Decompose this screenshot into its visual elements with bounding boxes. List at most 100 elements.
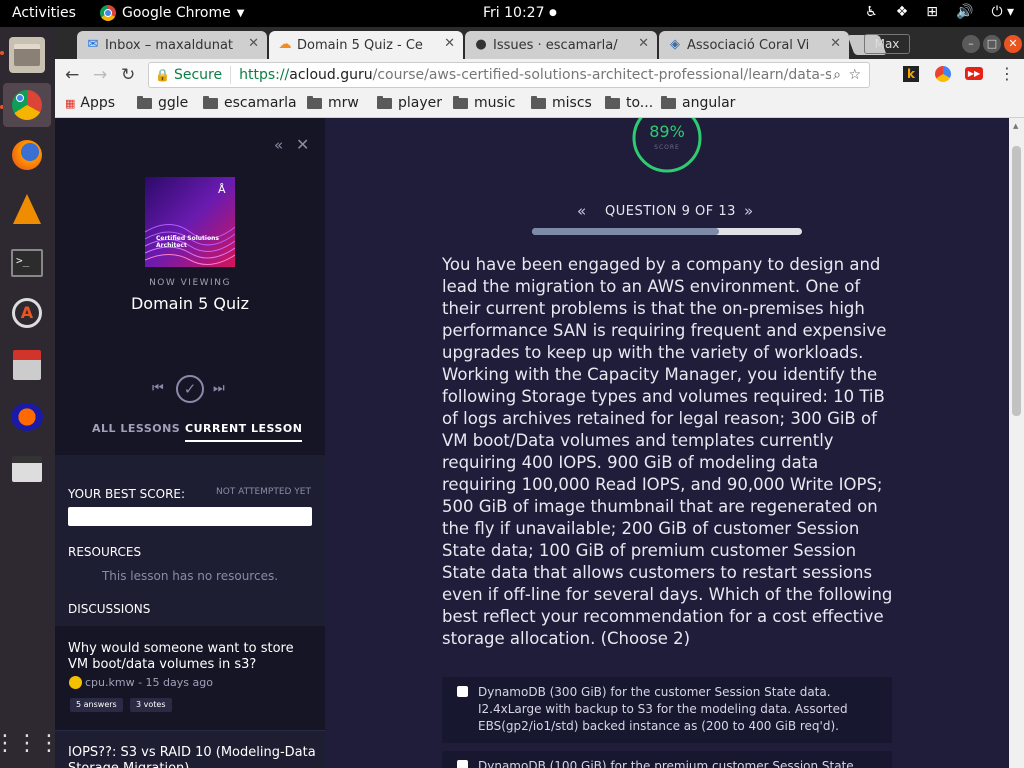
question-text: You have been engaged by a company to de…: [442, 255, 893, 648]
bookmark-folder[interactable]: angular: [661, 95, 735, 111]
address-bar[interactable]: 🔒 Secure https://acloud.guru/course/aws-…: [148, 62, 870, 88]
course-cover-image: Å Certified Solutions Architect: [145, 177, 235, 267]
bookmark-folder[interactable]: to...: [605, 95, 653, 111]
close-icon[interactable]: ✕: [248, 36, 259, 51]
profile-button[interactable]: Max: [864, 34, 910, 54]
extension-color-icon[interactable]: [935, 66, 951, 82]
app-name: Google Chrome: [122, 5, 231, 21]
forward-icon[interactable]: →: [93, 65, 107, 85]
tab-domain5-quiz[interactable]: ☁ Domain 5 Quiz - Ce ✕: [269, 31, 463, 59]
system-tray[interactable]: ♿ ❖ ⊞ 🔊 ⏻ ▾: [865, 4, 1014, 20]
discussion-item[interactable]: Why would someone want to store VM boot/…: [55, 626, 325, 730]
files-icon[interactable]: [9, 37, 45, 73]
answer-text: DynamoDB (100 GiB) for the premium custo…: [478, 759, 854, 768]
question-counter: QUESTION 9 OF 13: [605, 204, 736, 219]
zoom-icon[interactable]: ⌕: [833, 67, 841, 83]
tab-title: Issues · escamarla/: [493, 37, 618, 53]
url-host: acloud.guru: [289, 67, 373, 83]
firefox-icon[interactable]: [9, 137, 45, 173]
tab-github-issues[interactable]: ● Issues · escamarla/ ✕: [465, 31, 657, 59]
network-icon[interactable]: ⊞: [926, 4, 938, 20]
bookmark-folder[interactable]: miscs: [531, 95, 592, 111]
close-icon[interactable]: ✕: [296, 135, 309, 154]
bookmark-apps[interactable]: ▦ Apps: [65, 95, 115, 111]
reload-icon[interactable]: ↻: [121, 65, 135, 85]
folder-icon: [377, 95, 392, 109]
secure-label: Secure: [173, 67, 223, 83]
extension-video-icon[interactable]: ▶▶: [965, 67, 983, 80]
accessibility-icon[interactable]: ♿: [865, 4, 878, 20]
tab-all-lessons[interactable]: ALL LESSONS: [92, 422, 180, 435]
answer-option[interactable]: DynamoDB (300 GiB) for the customer Sess…: [442, 677, 892, 743]
answer-checkbox[interactable]: [457, 760, 468, 768]
activities-button[interactable]: Activities: [12, 5, 76, 21]
software-updater-icon[interactable]: A: [9, 295, 45, 331]
chevron-down-icon: ▼: [236, 7, 245, 19]
discussion-title[interactable]: Why would someone want to store VM boot/…: [68, 641, 316, 673]
clock[interactable]: Fri 10:27 ●: [483, 5, 557, 21]
close-icon[interactable]: ✕: [444, 36, 455, 51]
terminal-icon[interactable]: >_: [9, 245, 45, 281]
dropbox-icon[interactable]: ❖: [896, 4, 909, 20]
answer-option[interactable]: DynamoDB (100 GiB) for the premium custo…: [442, 751, 892, 768]
bookmark-folder[interactable]: mrw: [307, 95, 359, 111]
back-icon[interactable]: ←: [65, 65, 79, 85]
page-scrollbar[interactable]: ▲: [1009, 118, 1024, 768]
scrollbar-thumb[interactable]: [1012, 146, 1021, 416]
tab-current-lesson[interactable]: CURRENT LESSON: [185, 422, 303, 442]
scroll-up-icon[interactable]: ▲: [1013, 122, 1018, 130]
bookmark-label: player: [398, 95, 443, 111]
power-icon[interactable]: ⏻ ▾: [991, 4, 1014, 20]
close-window-button[interactable]: ✕: [1004, 35, 1022, 53]
bookmark-folder[interactable]: escamarla: [203, 95, 297, 111]
bookmark-folder[interactable]: music: [453, 95, 515, 111]
bookmark-star-icon[interactable]: ☆: [848, 67, 861, 83]
show-applications-icon[interactable]: ⋮⋮⋮: [0, 725, 60, 761]
tab-coral[interactable]: ◈ Associació Coral Vi ✕: [659, 31, 849, 59]
extension-k-icon[interactable]: k: [903, 66, 919, 82]
minimize-button[interactable]: –: [962, 35, 980, 53]
audacity-icon[interactable]: [9, 399, 45, 435]
previous-question-icon[interactable]: «: [577, 202, 586, 220]
maximize-button[interactable]: □: [983, 35, 1001, 53]
bookmark-label: ggle: [158, 95, 189, 111]
question-progress-track: [532, 228, 802, 235]
installer-icon[interactable]: [9, 347, 45, 383]
system-top-bar: Activities Google Chrome ▼ Fri 10:27 ● ♿…: [0, 0, 1024, 27]
previous-lesson-icon[interactable]: ⏮: [152, 381, 164, 396]
lesson-sidebar: « ✕ Å Certified Solutions Architect NOW …: [55, 118, 325, 768]
divider: [55, 730, 325, 731]
close-icon[interactable]: ✕: [830, 36, 841, 51]
diamond-icon: ◈: [670, 37, 680, 52]
acg-logo-icon: Å: [218, 183, 226, 196]
bookmark-label: miscs: [552, 95, 592, 111]
complete-checkmark-icon[interactable]: ✓: [176, 375, 204, 403]
menu-kebab-icon[interactable]: ⋮: [999, 64, 1015, 83]
bookmark-folder[interactable]: ggle: [137, 95, 188, 111]
tab-inbox[interactable]: ✉ Inbox – maxaldunat ✕: [77, 31, 267, 59]
discussion-title[interactable]: IOPS??: S3 vs RAID 10 (Modeling-Data Sto…: [68, 745, 316, 768]
next-question-icon[interactable]: »: [744, 202, 753, 220]
folder-icon: [203, 95, 218, 109]
chrome-launcher-icon[interactable]: [3, 83, 51, 127]
bookmark-label: music: [474, 95, 516, 111]
url-scheme: https://: [239, 67, 290, 83]
bookmark-label: to...: [626, 95, 654, 111]
vlc-icon[interactable]: [9, 191, 45, 227]
score-value: 89%: [649, 122, 685, 141]
github-icon: ●: [475, 37, 487, 52]
collapse-icon[interactable]: «: [274, 136, 283, 154]
secure-indicator[interactable]: 🔒 Secure: [149, 66, 232, 84]
video-editor-icon[interactable]: [9, 451, 45, 487]
folder-icon: [661, 95, 676, 109]
volume-icon[interactable]: 🔊: [956, 4, 973, 20]
answers-badge: 5 answers: [70, 698, 123, 712]
bookmark-folder[interactable]: player: [377, 95, 442, 111]
app-menu[interactable]: Google Chrome ▼: [100, 5, 244, 21]
bookmark-label: Apps: [80, 95, 116, 111]
url-text[interactable]: https://acloud.guru/course/aws-certified…: [231, 67, 831, 83]
folder-icon: [453, 95, 468, 109]
next-lesson-icon[interactable]: ⏭: [213, 381, 225, 396]
close-icon[interactable]: ✕: [638, 36, 649, 51]
answer-checkbox[interactable]: [457, 686, 468, 697]
